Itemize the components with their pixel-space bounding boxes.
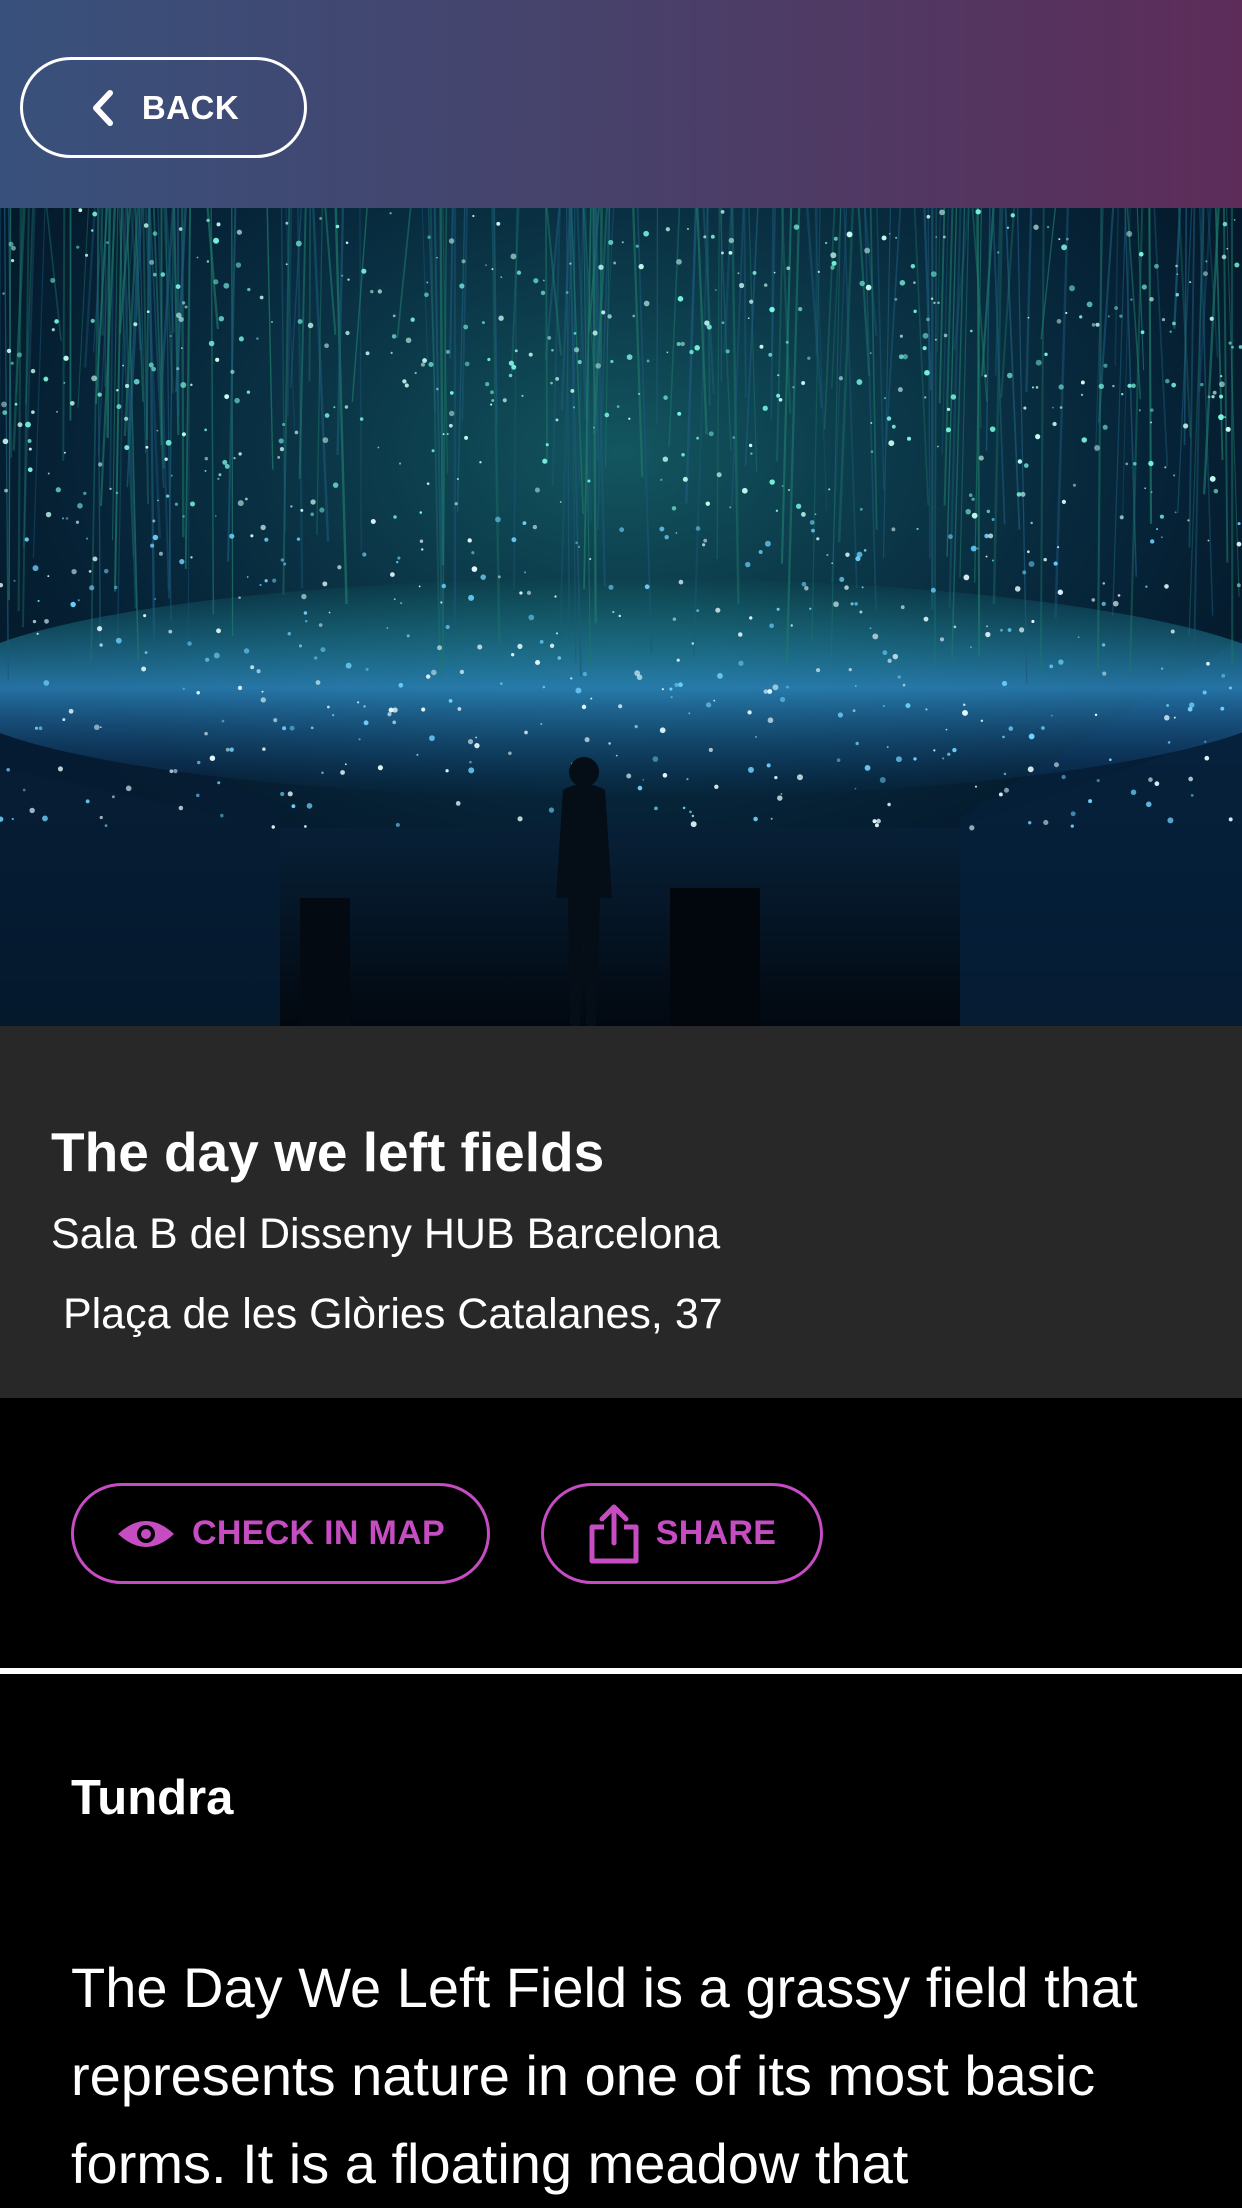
header-bar: BACK — [0, 0, 1242, 208]
share-label: SHARE — [655, 1514, 777, 1552]
event-venue: Sala B del Disseny HUB Barcelona — [51, 1210, 721, 1258]
share-button[interactable]: SHARE — [541, 1483, 823, 1584]
share-icon — [589, 1504, 639, 1563]
event-detail-screen: BACK The day we left fields Sala B del D… — [0, 0, 1242, 2208]
installation-photo — [0, 208, 1242, 1026]
section-divider — [0, 1668, 1242, 1674]
event-info-panel: The day we left fields Sala B del Dissen… — [0, 1026, 1242, 1398]
back-button-label: BACK — [141, 88, 240, 126]
event-title: The day we left fields — [51, 1121, 605, 1183]
event-address: Plaça de les Glòries Catalanes, 37 — [51, 1290, 723, 1338]
hero-image — [0, 208, 1242, 1026]
chevron-left-icon — [92, 89, 113, 126]
action-bar: CHECK IN MAP SHARE — [0, 1398, 1242, 1668]
eye-icon — [118, 1520, 175, 1547]
section-title: Tundra — [71, 1771, 234, 1825]
check-in-map-button[interactable]: CHECK IN MAP — [71, 1483, 490, 1584]
back-button[interactable]: BACK — [20, 57, 307, 158]
check-in-map-label: CHECK IN MAP — [192, 1514, 445, 1552]
description-text: The Day We Left Field is a grassy field … — [71, 1956, 1138, 2195]
